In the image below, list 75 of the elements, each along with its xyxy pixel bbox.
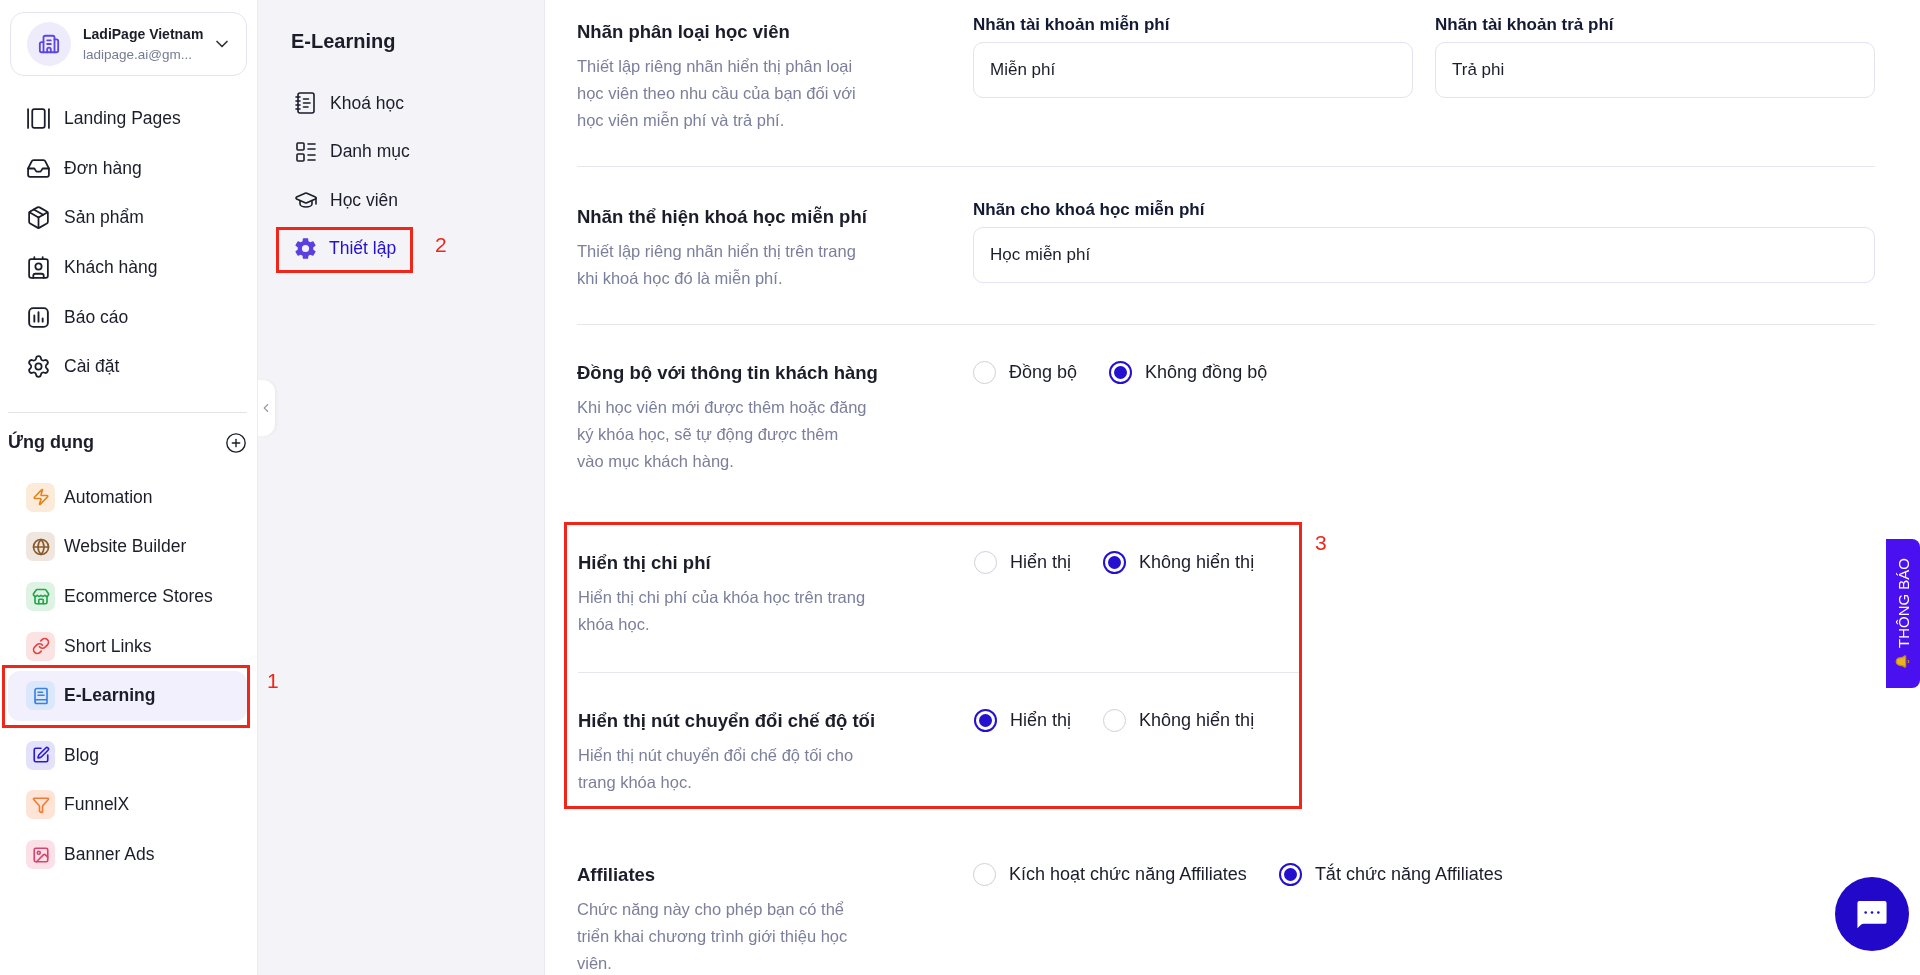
radio-label: Kích hoạt chức năng Affiliates <box>1009 864 1247 885</box>
subnav-item[interactable]: Khoá học <box>291 79 404 128</box>
section-title: Affiliates <box>577 863 657 887</box>
settings-icon <box>26 354 51 380</box>
app-item[interactable]: Automation <box>8 472 247 523</box>
bell-icon <box>1895 654 1911 669</box>
nav-item[interactable]: Sản phẩm <box>8 193 247 243</box>
subnav-item[interactable]: Danh mục <box>291 127 410 176</box>
contact-card-icon <box>26 255 51 281</box>
subnav-item[interactable]: Thiết lập <box>291 224 397 273</box>
bar-chart-icon <box>26 304 51 330</box>
package-icon <box>26 205 51 231</box>
radio-label: Hiển thị <box>1010 552 1072 573</box>
account-switcher[interactable]: LadiPage Vietnam ladipage.ai@gm... <box>10 12 247 76</box>
nav-item[interactable]: Cài đặt <box>8 341 247 392</box>
app-item[interactable]: Ecommerce Stores <box>8 571 247 622</box>
funnel-icon <box>26 790 55 820</box>
image-icon <box>26 840 55 869</box>
store-icon <box>26 582 55 612</box>
field-label: Nhãn cho khoá học miễn phí <box>973 201 1206 219</box>
text-field[interactable]: Học miễn phí <box>973 227 1875 283</box>
section-heading: Ứng dụng <box>8 432 94 454</box>
text-field[interactable]: Miễn phí <box>973 42 1413 98</box>
avatar <box>27 22 71 66</box>
app-item[interactable]: Website Builder <box>8 522 247 572</box>
book-icon <box>26 681 55 711</box>
field-label: Nhãn tài khoản miễn phí <box>973 16 1171 34</box>
account-email: ladipage.ai@gm... <box>83 47 193 62</box>
section-description: Hiển thị nút chuyển đổi chế độ tối cho trang khóa học. <box>578 745 855 793</box>
section-title: Nhãn phân loại học viên <box>577 20 791 44</box>
annotation-number: 3 <box>1315 531 1327 555</box>
annotation-number: 1 <box>267 668 279 693</box>
nav-item[interactable]: Đơn hàng <box>8 143 247 194</box>
section-description: Khi học viên mới được thêm hoặc đăng ký khóa học, sẽ tự động được thêm vào mục khách hàng. <box>577 397 867 472</box>
link-icon <box>26 631 55 661</box>
app-item[interactable]: Short Links <box>8 621 247 671</box>
annotation-number: 2 <box>435 232 447 257</box>
notification-tab[interactable]: THÔNG BÁO <box>1886 539 1920 688</box>
section-description: Hiển thị chi phí của khóa học trên trang khóa học. <box>578 587 867 635</box>
radio-button[interactable] <box>974 709 997 732</box>
app-item[interactable]: Blog <box>8 730 247 781</box>
radio-button[interactable] <box>1278 863 1302 886</box>
radio-label: Không hiển thị <box>1139 710 1255 731</box>
radio-label: Không đồng bộ <box>1145 362 1268 383</box>
radio-label: Hiển thị <box>1010 710 1072 731</box>
nav-item[interactable]: Khách hàng <box>8 242 247 293</box>
section-description: Thiết lập riêng nhãn hiển thị phân loại học viên theo nhu cầu của bạn đối với học viên miễn phí và trả phí. <box>577 56 857 131</box>
lightning-icon <box>26 482 55 512</box>
radio-label: Đồng bộ <box>1009 362 1078 383</box>
gallery-icon <box>26 106 51 132</box>
panel-title: E-Learning <box>291 30 397 54</box>
field-label: Nhãn tài khoản trả phí <box>1435 16 1615 34</box>
subnav-item[interactable]: Học viên <box>291 176 399 225</box>
list-icon <box>294 139 318 164</box>
nav-item[interactable]: Báo cáo <box>8 292 247 342</box>
radio-label: Tắt chức năng Affiliates <box>1314 864 1503 885</box>
section-title: Hiển thị nút chuyển đổi chế độ tối <box>578 709 877 733</box>
section-title: Đồng bộ với thông tin khách hàng <box>577 361 879 385</box>
app-item[interactable]: FunnelX <box>8 780 247 830</box>
nav-item[interactable]: Landing Pages <box>8 94 247 144</box>
section-title: Hiển thị chi phí <box>578 551 712 575</box>
section-description: Chức năng này cho phép bạn có thể triển khai chương trình giới thiệu học viên. <box>577 899 849 974</box>
app-item[interactable]: E-Learning <box>8 670 247 721</box>
text-field[interactable]: Trả phi <box>1435 42 1875 98</box>
radio-button[interactable] <box>1109 361 1133 384</box>
radio-label: Không hiển thị <box>1139 552 1255 573</box>
edit-icon <box>26 740 55 770</box>
add-icon[interactable] <box>225 431 247 454</box>
section-description: Thiết lập riêng nhãn hiển thị trên trang khi khoá học đó là miễn phí. <box>577 241 857 289</box>
notebook-icon <box>294 91 318 116</box>
globe-icon <box>26 532 55 562</box>
app-item[interactable]: Banner Ads <box>8 829 247 880</box>
radio-button[interactable] <box>1103 551 1127 574</box>
section-title: Nhãn thể hiện khoá học miễn phí <box>577 205 868 229</box>
settings-icon <box>294 237 317 261</box>
